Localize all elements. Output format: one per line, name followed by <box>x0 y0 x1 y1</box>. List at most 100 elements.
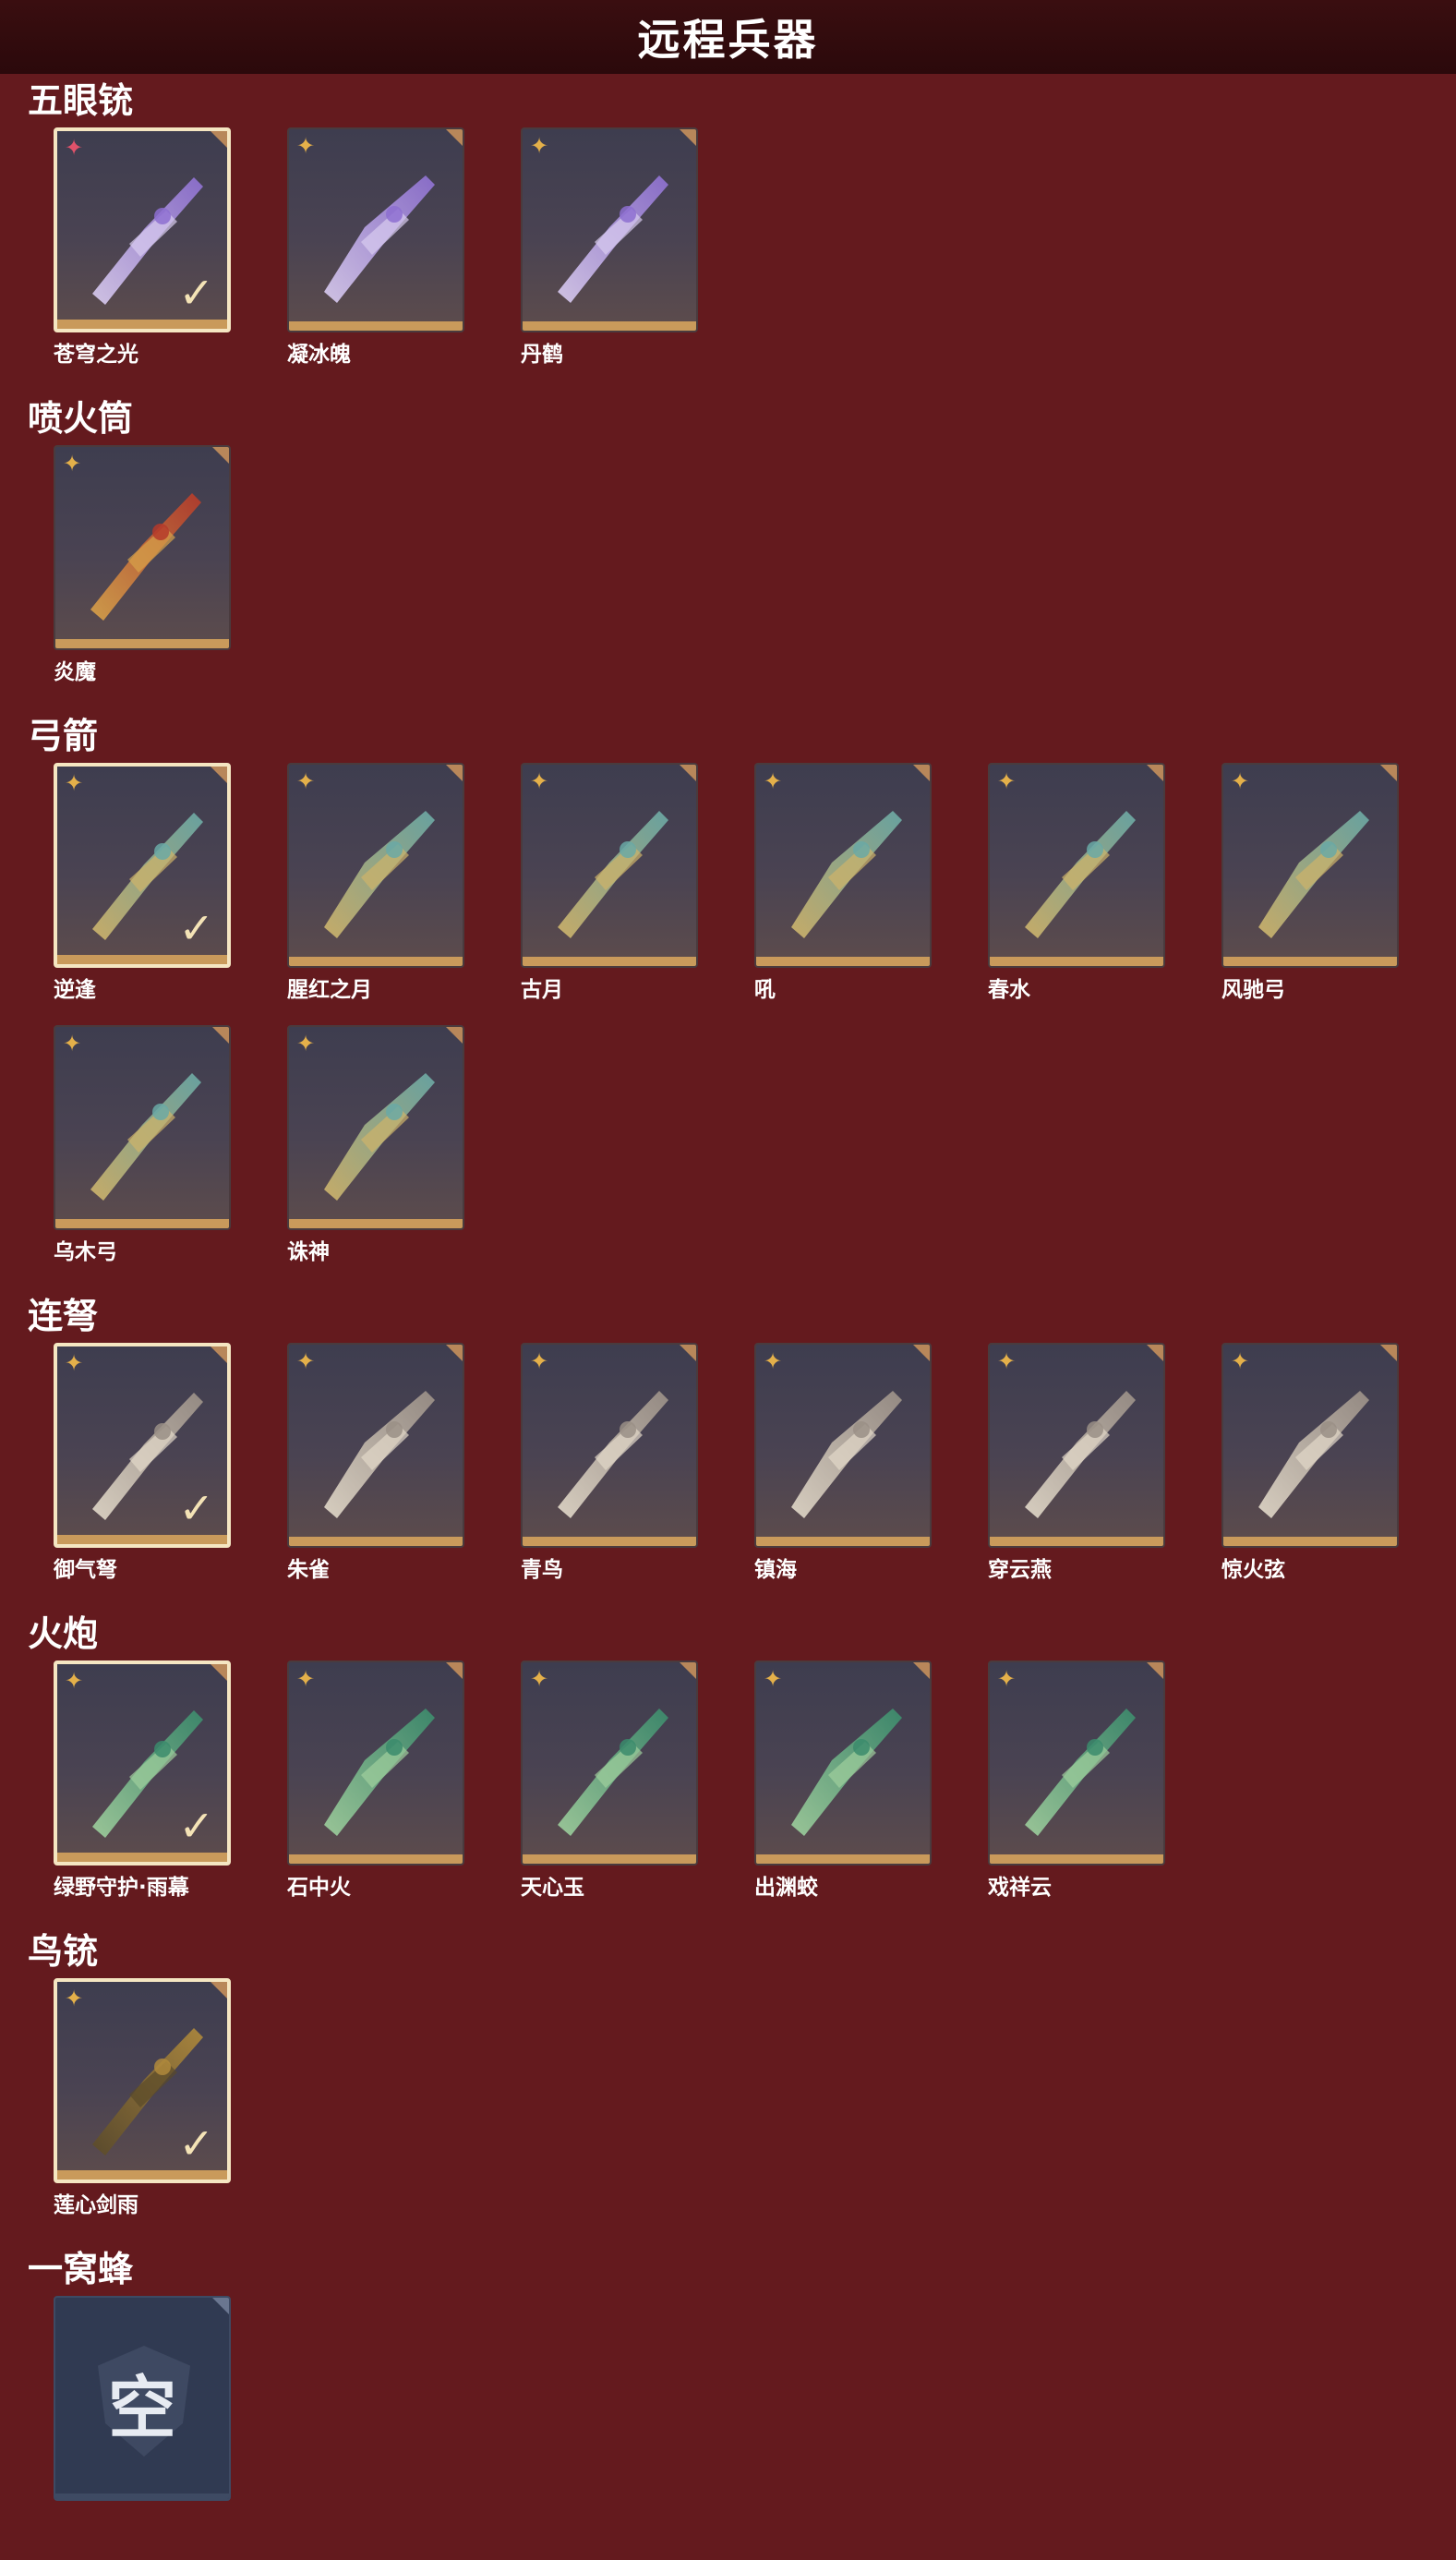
checkmark-icon: ✓ <box>178 268 214 318</box>
corner-flag-icon <box>212 447 229 464</box>
weapon-art <box>324 175 435 303</box>
weapon-item[interactable]: ✦ 出渊蛟 <box>754 1660 935 1901</box>
weapon-card[interactable]: ✦ <box>754 763 932 968</box>
weapon-art <box>558 1709 668 1836</box>
weapon-name: 惊火弦 <box>1221 1558 1285 1582</box>
weapon-card[interactable]: ✦ ✓ <box>54 1343 231 1548</box>
weapon-art <box>324 1073 435 1201</box>
corner-flag-icon <box>680 765 696 781</box>
card-bar <box>990 1854 1163 1864</box>
weapon-item[interactable]: ✦ 炎魔 <box>54 445 235 685</box>
weapon-name: 绿野守护·雨幕 <box>54 1876 189 1900</box>
weapon-card[interactable]: ✦ <box>54 445 231 650</box>
card-bar <box>57 2170 227 2180</box>
weapon-item[interactable]: ✦ 惊火弦 <box>1221 1343 1402 1583</box>
weapon-art <box>558 1391 668 1518</box>
weapon-card[interactable]: ✦ <box>287 763 464 968</box>
corner-flag-icon <box>212 2298 229 2314</box>
rarity-star-icon: ✦ <box>296 768 316 794</box>
weapon-card[interactable]: ✦ <box>754 1660 932 1866</box>
weapon-name: 春水 <box>988 978 1030 1002</box>
rarity-star-icon: ✦ <box>997 1666 1017 1692</box>
rarity-star-icon: ✦ <box>1231 1348 1250 1374</box>
weapon-card[interactable]: ✦ <box>1221 1343 1399 1548</box>
weapon-card[interactable]: ✦ <box>287 1343 464 1548</box>
weapon-item[interactable]: ✦ 腥红之月 <box>287 763 468 1003</box>
weapon-item[interactable]: ✦ 春水 <box>988 763 1169 1003</box>
weapon-card[interactable]: ✦ <box>521 127 698 332</box>
weapon-art <box>324 1391 435 1518</box>
corner-flag-icon <box>680 1345 696 1361</box>
corner-flag-icon <box>913 1345 930 1361</box>
rarity-star-icon: ✦ <box>997 768 1017 794</box>
weapon-item[interactable]: ✦ 朱雀 <box>287 1343 468 1583</box>
weapon-card[interactable]: ✦ ✓ <box>54 127 231 332</box>
weapon-card[interactable]: ✦ ✓ <box>54 1978 231 2183</box>
weapon-card[interactable]: ✦ <box>521 1660 698 1866</box>
weapon-item[interactable]: ✦ 穿云燕 <box>988 1343 1169 1583</box>
card-bar <box>55 1219 229 1228</box>
weapon-name: 朱雀 <box>287 1558 330 1582</box>
weapon-art <box>1025 811 1136 938</box>
rarity-star-icon: ✦ <box>530 1666 549 1692</box>
corner-flag-icon <box>446 1345 463 1361</box>
weapon-card[interactable]: 空 <box>54 2296 231 2501</box>
weapon-art <box>1258 1391 1369 1518</box>
weapon-name: 苍穹之光 <box>54 343 138 367</box>
section-title: 火炮 <box>28 1613 99 1654</box>
weapon-name: 炎魔 <box>54 660 96 684</box>
weapon-item[interactable]: ✦ 凝冰魄 <box>287 127 468 368</box>
weapon-slot-empty[interactable]: 空 <box>54 2296 235 2501</box>
weapon-card[interactable]: ✦ <box>988 1660 1165 1866</box>
weapon-card[interactable]: ✦ <box>287 127 464 332</box>
corner-flag-icon <box>680 129 696 146</box>
weapon-item[interactable]: ✦ ✓ 御气弩 <box>54 1343 235 1583</box>
weapon-item[interactable]: ✦ 古月 <box>521 763 702 1003</box>
weapon-item[interactable]: ✦ 乌木弓 <box>54 1025 235 1265</box>
weapon-card[interactable]: ✦ <box>521 1343 698 1548</box>
corner-flag-icon <box>680 1662 696 1679</box>
weapon-name: 戏祥云 <box>988 1876 1052 1900</box>
weapon-card[interactable]: ✦ <box>287 1025 464 1230</box>
weapon-card[interactable]: ✦ <box>287 1660 464 1866</box>
weapon-name: 镇海 <box>754 1558 797 1582</box>
rarity-star-icon: ✦ <box>65 1350 84 1376</box>
rarity-star-icon: ✦ <box>65 135 84 161</box>
weapon-item[interactable]: ✦ 诛神 <box>287 1025 468 1265</box>
corner-flag-icon <box>446 1027 463 1044</box>
weapon-item[interactable]: ✦ ✓ 逆逢 <box>54 763 235 1003</box>
weapon-item[interactable]: ✦ ✓ 绿野守护·雨幕 <box>54 1660 235 1901</box>
corner-flag-icon <box>1147 1662 1163 1679</box>
weapon-card[interactable]: ✦ <box>521 763 698 968</box>
weapon-card[interactable]: ✦ <box>54 1025 231 1230</box>
card-bar <box>57 1853 227 1862</box>
weapon-item[interactable]: ✦ 青鸟 <box>521 1343 702 1583</box>
weapon-item[interactable]: ✦ 石中火 <box>287 1660 468 1901</box>
checkmark-icon: ✓ <box>178 1801 214 1851</box>
weapon-card[interactable]: ✦ ✓ <box>54 763 231 968</box>
rarity-star-icon: ✦ <box>1231 768 1250 794</box>
weapon-art <box>324 1709 435 1836</box>
weapon-item[interactable]: ✦ 戏祥云 <box>988 1660 1169 1901</box>
corner-flag-icon <box>211 1346 227 1363</box>
weapon-item[interactable]: ✦ 吼 <box>754 763 935 1003</box>
weapon-card[interactable]: ✦ <box>988 1343 1165 1548</box>
corner-flag-icon <box>446 765 463 781</box>
weapon-card[interactable]: ✦ <box>754 1343 932 1548</box>
weapon-item[interactable]: ✦ 天心玉 <box>521 1660 702 1901</box>
weapon-item[interactable]: ✦ 丹鹤 <box>521 127 702 368</box>
card-bar <box>57 955 227 964</box>
weapon-card[interactable]: ✦ ✓ <box>54 1660 231 1866</box>
card-bar <box>55 2494 229 2499</box>
weapon-item[interactable]: ✦ 镇海 <box>754 1343 935 1583</box>
section-title: 鸟铳 <box>28 1931 99 1972</box>
card-bar <box>990 1537 1163 1546</box>
weapon-name: 乌木弓 <box>54 1240 117 1264</box>
weapon-item[interactable]: ✦ 风驰弓 <box>1221 763 1402 1003</box>
weapon-art <box>791 811 902 938</box>
weapon-card[interactable]: ✦ <box>1221 763 1399 968</box>
weapon-item[interactable]: ✦ ✓ 苍穹之光 <box>54 127 235 368</box>
weapon-art <box>90 493 201 621</box>
weapon-card[interactable]: ✦ <box>988 763 1165 968</box>
weapon-item[interactable]: ✦ ✓ 莲心剑雨 <box>54 1978 235 2218</box>
